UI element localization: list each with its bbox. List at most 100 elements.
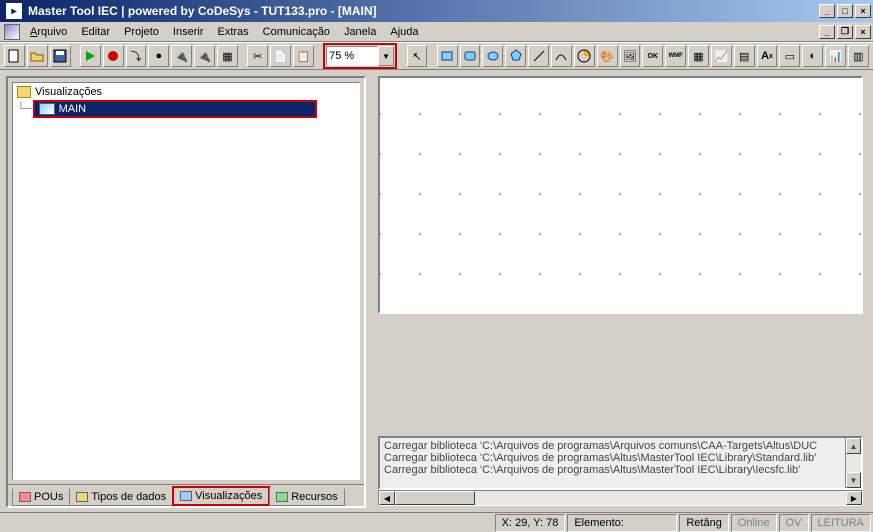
new-button[interactable]: [4, 45, 25, 67]
menu-ajuda[interactable]: Ajuda: [384, 24, 424, 40]
menu-bar: Arquivo Editar Projeto Inserir Extras Co…: [0, 22, 873, 42]
menu-janela[interactable]: Janela: [338, 24, 382, 40]
visualization-canvas[interactable]: [378, 76, 863, 314]
bargraph-tool[interactable]: 📊: [825, 45, 846, 67]
stop-button[interactable]: [103, 45, 124, 67]
mdi-document-icon: [4, 24, 20, 40]
project-tree[interactable]: Visualizações └─ MAIN: [12, 82, 360, 480]
mdi-restore-button[interactable]: ❐: [837, 25, 853, 39]
tree-item-label: MAIN: [59, 103, 87, 115]
status-coordinates: X: 29, Y: 78: [495, 514, 566, 532]
hscroll-thumb[interactable]: [395, 491, 475, 505]
window-title: Master Tool IEC | powered by CoDeSys - T…: [26, 4, 819, 18]
polygon-tool[interactable]: [505, 45, 526, 67]
scroll-left-button[interactable]: ◀: [379, 491, 395, 505]
scrollbar-tool[interactable]: ▭: [779, 45, 800, 67]
splitter-area[interactable]: [370, 314, 867, 434]
curve-tool[interactable]: [551, 45, 572, 67]
tree-item-highlight: MAIN: [33, 100, 317, 118]
resources-icon: [276, 492, 288, 502]
save-button[interactable]: [50, 45, 71, 67]
visual-tab-icon: [180, 491, 192, 501]
rectangle-tool[interactable]: [437, 45, 458, 67]
hscroll-track[interactable]: [395, 491, 846, 505]
tree-item-main[interactable]: MAIN: [35, 102, 315, 116]
mdi-minimize-button[interactable]: _: [819, 25, 835, 39]
status-leitura: LEITURA: [811, 514, 871, 532]
workspace: Visualizações └─ MAIN POUs Tipos de dado…: [2, 72, 871, 512]
visualization-icon: [39, 103, 55, 115]
status-ov: OV: [779, 514, 809, 532]
menu-comunicacao[interactable]: Comunicação: [257, 24, 336, 40]
sidebar-tabs: POUs Tipos de dados Visualizações Recurs…: [8, 484, 364, 506]
status-elemento: Elemento:: [567, 514, 677, 532]
maximize-button[interactable]: □: [837, 4, 853, 18]
status-bar: X: 29, Y: 78 Elemento: Retâng Online OV …: [0, 512, 873, 532]
meter-tool[interactable]: ◐: [802, 45, 823, 67]
line-tool[interactable]: [528, 45, 549, 67]
log-horizontal-scrollbar[interactable]: ◀ ▶: [378, 490, 863, 506]
zoom-select[interactable]: 75 %: [326, 46, 378, 66]
breakpoint-button[interactable]: ●: [148, 45, 169, 67]
trend-tool[interactable]: 📈: [711, 45, 732, 67]
log-line: Carregar biblioteca 'C:\Arquivos de prog…: [384, 452, 857, 464]
minimize-button[interactable]: _: [819, 4, 835, 18]
text-tool[interactable]: Ax: [757, 45, 778, 67]
tab-visualizacoes[interactable]: Visualizações: [174, 488, 268, 504]
log-line: Carregar biblioteca 'C:\Arquivos de prog…: [384, 440, 857, 452]
logout-button[interactable]: 🔌: [194, 45, 215, 67]
message-log[interactable]: Carregar biblioteca 'C:\Arquivos de prog…: [378, 436, 863, 490]
copy-button[interactable]: 📄: [270, 45, 291, 67]
zoom-highlight: 75 % ▼: [323, 43, 397, 69]
menu-projeto[interactable]: Projeto: [118, 24, 165, 40]
alarm-tool[interactable]: ▤: [734, 45, 755, 67]
menu-editar[interactable]: Editar: [75, 24, 116, 40]
folder-icon: [17, 86, 31, 98]
scroll-down-button[interactable]: ▼: [846, 472, 861, 488]
status-retang: Retâng: [679, 514, 728, 532]
mdi-close-button[interactable]: ×: [855, 25, 871, 39]
paste-button[interactable]: 📋: [293, 45, 314, 67]
status-online: Online: [731, 514, 777, 532]
tree-connector: └─: [17, 103, 33, 115]
button-tool[interactable]: OK: [642, 45, 663, 67]
tab-recursos[interactable]: Recursos: [269, 489, 344, 506]
log-vertical-scrollbar[interactable]: ▲ ▼: [845, 438, 861, 488]
histogram-tool[interactable]: ▥: [848, 45, 869, 67]
log-line: Carregar biblioteca 'C:\Arquivos de prog…: [384, 464, 857, 476]
roundrect-tool[interactable]: [460, 45, 481, 67]
wmf-tool[interactable]: WMF: [665, 45, 686, 67]
open-button[interactable]: [27, 45, 48, 67]
step-button[interactable]: ⤵: [126, 45, 147, 67]
tab-tipos-dados[interactable]: Tipos de dados: [69, 489, 173, 506]
close-button[interactable]: ×: [855, 4, 871, 18]
ellipse-tool[interactable]: [482, 45, 503, 67]
visual-tool[interactable]: 🖼: [620, 45, 641, 67]
menu-inserir[interactable]: Inserir: [167, 24, 210, 40]
title-bar: ▸ Master Tool IEC | powered by CoDeSys -…: [0, 0, 873, 22]
canvas-grid: [380, 78, 861, 312]
login-button[interactable]: 🔌: [171, 45, 192, 67]
menu-arquivo[interactable]: Arquivo: [24, 24, 73, 40]
app-icon: ▸: [6, 3, 22, 19]
zoom-dropdown-button[interactable]: ▼: [378, 46, 394, 66]
scroll-track[interactable]: [846, 454, 861, 472]
pointer-button[interactable]: ↖: [407, 45, 428, 67]
scroll-right-button[interactable]: ▶: [846, 491, 862, 505]
toolbar: ⤵ ● 🔌 🔌 ▦ ✂ 📄 📋 75 % ▼ ↖ 🎨 🖼 OK WMF ▦ 📈 …: [0, 42, 873, 70]
pous-icon: [19, 492, 31, 502]
tree-folder-visualizacoes[interactable]: Visualizações: [17, 85, 355, 99]
editor-pane: Carregar biblioteca 'C:\Arquivos de prog…: [370, 76, 867, 508]
scroll-up-button[interactable]: ▲: [846, 438, 861, 454]
table-tool[interactable]: ▦: [688, 45, 709, 67]
tab-pous[interactable]: POUs: [12, 489, 70, 506]
run-button[interactable]: [80, 45, 101, 67]
build-button[interactable]: ▦: [217, 45, 238, 67]
types-icon: [76, 492, 88, 502]
menu-extras[interactable]: Extras: [211, 24, 254, 40]
bitmap-tool[interactable]: 🎨: [597, 45, 618, 67]
pie-tool[interactable]: [574, 45, 595, 67]
tree-folder-label: Visualizações: [35, 86, 102, 98]
cut-button[interactable]: ✂: [247, 45, 268, 67]
tab-visualizacoes-highlight: Visualizações: [172, 486, 270, 506]
